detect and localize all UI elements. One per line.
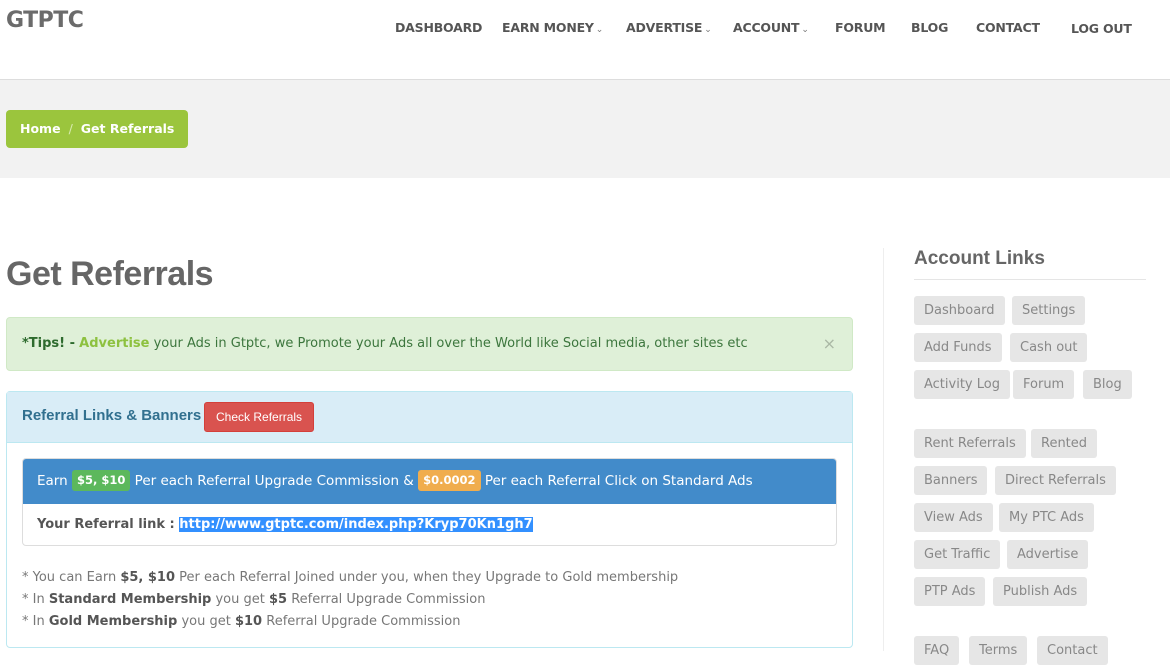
account-link-publish-ads[interactable]: Publish Ads xyxy=(993,577,1088,606)
account-link-rent-referrals[interactable]: Rent Referrals xyxy=(914,429,1026,458)
earn-text: Per each Referral Upgrade Commission & xyxy=(134,473,414,489)
note-line: * You can Earn $5, $10 Per each Referral… xyxy=(22,567,678,589)
tips-alert: *Tips! - Advertise your Ads in Gtptc, we… xyxy=(6,317,853,371)
nav-label: ADVERTISE xyxy=(626,20,703,35)
sidebar-title-rule xyxy=(914,279,1146,280)
referral-link-value[interactable]: http://www.gtptc.com/index.php?Kryp70Kn1… xyxy=(179,517,533,532)
note-text: you get xyxy=(177,614,235,629)
account-link-add-funds[interactable]: Add Funds xyxy=(914,333,1002,362)
nav-dashboard[interactable]: DASHBOARD xyxy=(395,20,482,35)
referral-earn-box: Earn $5, $10 Per each Referral Upgrade C… xyxy=(22,458,837,546)
account-link-activity-log[interactable]: Activity Log xyxy=(914,370,1010,399)
breadcrumb-current: Get Referrals xyxy=(80,121,175,136)
nav-label: BLOG xyxy=(911,20,949,35)
top-navbar: GTPTC DASHBOARD EARN MONEY ⌄ ADVERTISE ⌄ A… xyxy=(0,0,1170,80)
referral-link-label: Your Referral link : xyxy=(37,517,175,532)
alert-advertise-link[interactable]: Advertise xyxy=(79,336,149,351)
panel-header: Referral Links & Banners Check Referrals xyxy=(7,392,852,443)
breadcrumb: Home / Get Referrals xyxy=(6,110,189,148)
account-link-direct-referrals[interactable]: Direct Referrals xyxy=(995,466,1116,495)
nav-blog[interactable]: BLOG xyxy=(911,20,948,35)
nav-logout[interactable]: LOG OUT xyxy=(1071,21,1132,36)
panel-title: Referral Links & Banners xyxy=(22,407,202,424)
account-link-view-ads[interactable]: View Ads xyxy=(914,503,993,532)
page-title: Get Referrals xyxy=(6,255,214,293)
sidebar-title: Account Links xyxy=(914,248,1045,269)
breadcrumb-home-link[interactable]: Home xyxy=(20,121,61,136)
nav-advertise[interactable]: ADVERTISE ⌄ xyxy=(626,20,712,35)
breadcrumb-separator: / xyxy=(68,121,73,136)
note-bold: $10 xyxy=(234,614,263,629)
earn-text: Earn xyxy=(37,473,68,489)
site-logo[interactable]: GTPTC xyxy=(6,8,84,33)
nav-forum[interactable]: FORUM xyxy=(835,20,886,35)
nav-label: LOG OUT xyxy=(1071,21,1132,36)
close-icon[interactable]: × xyxy=(823,318,836,370)
earn-text: Per each Referral Click on Standard Ads xyxy=(484,473,753,489)
earn-info-bar: Earn $5, $10 Per each Referral Upgrade C… xyxy=(23,459,836,504)
note-text: * In xyxy=(22,614,49,629)
alert-text: your Ads in Gtptc, we Promote your Ads a… xyxy=(153,336,748,351)
note-text: Referral Upgrade Commission xyxy=(262,614,461,629)
page-header-band: Home / Get Referrals xyxy=(0,80,1170,178)
account-link-forum[interactable]: Forum xyxy=(1013,370,1075,399)
account-link-cash-out[interactable]: Cash out xyxy=(1010,333,1088,362)
note-text: * In xyxy=(22,592,49,607)
note-text: * You can Earn xyxy=(22,570,121,585)
note-bold: $5 xyxy=(269,592,288,607)
sidebar-divider xyxy=(883,248,884,651)
account-link-advertise[interactable]: Advertise xyxy=(1007,540,1089,569)
nav-label: FORUM xyxy=(835,20,886,35)
account-link-rented[interactable]: Rented xyxy=(1031,429,1098,458)
chevron-down-icon: ⌄ xyxy=(704,25,712,35)
note-line: * In Gold Membership you get $10 Referra… xyxy=(22,611,678,633)
nav-account[interactable]: ACCOUNT ⌄ xyxy=(733,20,809,35)
nav-label: CONTACT xyxy=(976,20,1040,35)
account-link-ptp-ads[interactable]: PTP Ads xyxy=(914,577,986,606)
alert-prefix: *Tips! - xyxy=(22,336,76,351)
note-bold: Gold Membership xyxy=(48,614,178,629)
account-link-settings[interactable]: Settings xyxy=(1012,296,1086,325)
account-link-banners[interactable]: Banners xyxy=(914,466,988,495)
referral-link-row: Your Referral link : http://www.gtptc.co… xyxy=(23,504,836,545)
commission-notes: * You can Earn $5, $10 Per each Referral… xyxy=(22,567,678,633)
nav-contact[interactable]: CONTACT xyxy=(976,20,1040,35)
note-text: Referral Upgrade Commission xyxy=(287,592,486,607)
note-text: Per each Referral Joined under you, when… xyxy=(175,570,679,585)
chevron-down-icon: ⌄ xyxy=(801,25,809,35)
check-referrals-button[interactable]: Check Referrals xyxy=(204,402,315,432)
account-link-blog[interactable]: Blog xyxy=(1083,370,1132,399)
nav-earn-money[interactable]: EARN MONEY ⌄ xyxy=(502,20,603,35)
account-link-my-ptc-ads[interactable]: My PTC Ads xyxy=(999,503,1094,532)
note-text: you get xyxy=(211,592,269,607)
nav-label: DASHBOARD xyxy=(395,20,483,35)
click-commission-badge: $0.0002 xyxy=(418,470,481,491)
chevron-down-icon: ⌄ xyxy=(595,25,604,35)
note-bold: $5, $10 xyxy=(120,570,176,585)
referral-panel: Referral Links & Banners Check Referrals… xyxy=(6,391,853,648)
account-link-dashboard[interactable]: Dashboard xyxy=(914,296,1005,325)
note-bold: Standard Membership xyxy=(48,592,212,607)
note-line: * In Standard Membership you get $5 Refe… xyxy=(22,589,678,611)
upgrade-commission-badge: $5, $10 xyxy=(71,470,131,491)
nav-label: EARN MONEY xyxy=(502,20,594,35)
nav-label: ACCOUNT xyxy=(733,20,800,35)
account-link-get-traffic[interactable]: Get Traffic xyxy=(914,540,1001,569)
